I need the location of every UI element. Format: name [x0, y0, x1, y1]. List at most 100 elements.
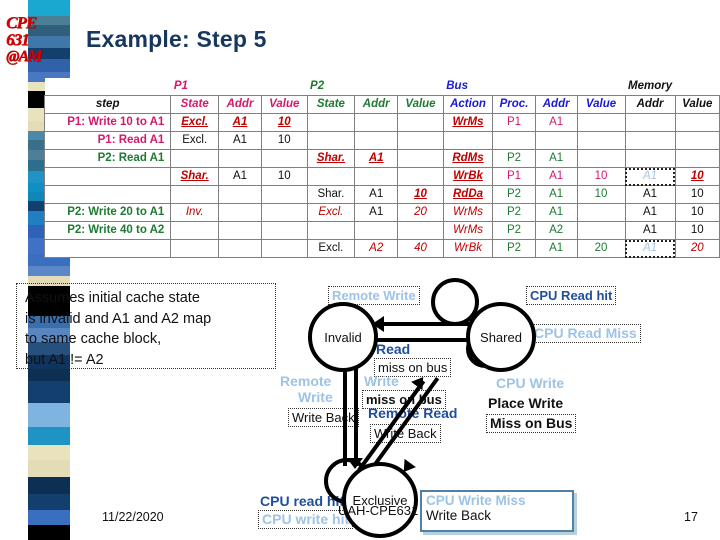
- cell-bus-addr: A1: [534, 203, 578, 222]
- cell-bus-addr: A1: [534, 167, 578, 186]
- group-header-memory: Memory: [625, 78, 676, 96]
- col-p2-value: Value: [397, 95, 444, 114]
- table-row: P1: Write 10 to A1 Excl. A1 10 WrMs P1 A…: [43, 113, 720, 132]
- cell-bus-action: WrMs: [442, 113, 494, 132]
- callout-cpu-write-miss: CPU Write Miss Write Back: [420, 490, 574, 532]
- logo-line-1: CPE: [6, 13, 37, 32]
- band-cell-3: [354, 78, 398, 96]
- logo-line-3: @AM: [6, 48, 42, 65]
- cell-step: P2: Write 40 to A2: [43, 221, 172, 240]
- label-cpu-read-miss: CPU Read Miss: [530, 324, 641, 343]
- cell-p1-addr: [218, 149, 262, 168]
- cell-mem-value: [674, 149, 720, 168]
- cell-bus-action: [442, 131, 494, 150]
- cell-bus-value: 20: [576, 239, 626, 258]
- state-node-shared[interactable]: Shared: [466, 302, 536, 372]
- cell-p1-state: Excl.: [170, 131, 220, 150]
- cell-step: P1: Read A1: [43, 131, 172, 150]
- col-bus-proc: Proc.: [492, 95, 536, 114]
- cell-p1-state: [170, 239, 220, 258]
- cell-bus-action: WrMs: [442, 203, 494, 222]
- cell-mem-addr: [624, 149, 676, 168]
- label-write-line1: Write: [364, 373, 399, 389]
- cell-step: [43, 167, 172, 186]
- col-mem-value: Value: [674, 95, 720, 114]
- band-cell-2: [261, 78, 308, 96]
- state-node-invalid[interactable]: Invalid: [308, 302, 378, 372]
- col-p2-addr: Addr: [354, 95, 399, 114]
- cell-step: [43, 239, 172, 258]
- cell-p1-addr: [218, 239, 262, 258]
- cell-bus-addr: [534, 131, 578, 150]
- cell-bus-addr: A1: [534, 239, 578, 258]
- table-row: Shar. A1 10 WrBk P1 A1 10 A1 10: [43, 167, 720, 186]
- cell-p2-value: [397, 149, 444, 168]
- cell-p2-addr: A1: [354, 203, 399, 222]
- cell-bus-proc: P2: [492, 185, 536, 204]
- col-step: step: [43, 95, 172, 114]
- cell-p2-state: [306, 167, 356, 186]
- cell-bus-action: WrBk: [442, 239, 494, 258]
- col-bus-addr: Addr: [534, 95, 578, 114]
- page-title: Example: Step 5: [86, 26, 267, 52]
- cell-p2-value: [397, 221, 444, 240]
- group-header-p2: P2: [307, 78, 355, 96]
- cell-p1-value: [261, 239, 308, 258]
- cell-p1-value: [261, 221, 308, 240]
- cell-p2-state: [306, 131, 356, 150]
- cell-p1-state: [170, 221, 220, 240]
- cell-bus-proc: P2: [492, 239, 536, 258]
- cell-p2-addr: A1: [354, 185, 399, 204]
- band-cell-4: [397, 78, 444, 96]
- cell-p1-addr: [218, 221, 262, 240]
- group-header-bus: Bus: [443, 78, 493, 96]
- cell-mem-addr: [624, 113, 676, 132]
- cell-bus-addr: A1: [534, 185, 578, 204]
- cell-mem-addr: A1: [624, 167, 676, 186]
- band-cell-6: [535, 78, 578, 96]
- strip-segment: [28, 427, 70, 445]
- cell-p2-value: 20: [397, 203, 444, 222]
- callout-line-1: CPU Write Miss: [426, 493, 526, 508]
- table-group-header-row: P1 P2 Bus Memory: [44, 78, 720, 96]
- cell-bus-action: RdMs: [442, 149, 494, 168]
- state-node-exclusive[interactable]: Exclusive: [342, 462, 418, 538]
- cell-p2-addr: A1: [354, 149, 399, 168]
- slide-page-number: 17: [684, 510, 698, 524]
- strip-segment: [28, 494, 70, 510]
- arrow-exclusive-invalid-left: [343, 358, 347, 466]
- cell-p1-value: [261, 203, 308, 222]
- col-p1-addr: Addr: [218, 95, 262, 114]
- table-row: Shar. A1 10 RdDa P2 A1 10 A1 10: [43, 185, 720, 204]
- cell-mem-addr: [624, 131, 676, 150]
- cell-bus-value: [576, 203, 626, 222]
- col-p1-state: State: [170, 95, 220, 114]
- cell-p1-state: Inv.: [170, 203, 220, 222]
- cell-p2-state: [306, 113, 356, 132]
- col-mem-addr: Addr: [624, 95, 676, 114]
- cell-p1-addr: A1: [218, 167, 262, 186]
- cell-p2-addr: A2: [354, 239, 399, 258]
- strip-segment: [28, 510, 70, 525]
- cell-step: P2: Read A1: [43, 149, 172, 168]
- label-read-line1: Read: [376, 341, 411, 357]
- cell-p1-value: 10: [261, 113, 308, 132]
- cell-p1-state: Shar.: [170, 167, 220, 186]
- cell-bus-value: [576, 113, 626, 132]
- cell-bus-action: WrMs: [442, 221, 494, 240]
- cell-step: P1: Write 10 to A1: [43, 113, 172, 132]
- group-header-p1: P1: [170, 78, 219, 96]
- cell-mem-value: 10: [674, 185, 720, 204]
- cell-bus-addr: A1: [534, 149, 578, 168]
- cell-p1-addr: [218, 203, 262, 222]
- table-row: P2: Read A1 Shar. A1 RdMs P2 A1: [43, 149, 720, 168]
- cache-state-diagram: Invalid Shared Exclusive Remote Write CP…: [258, 272, 720, 540]
- cell-p1-value: 10: [261, 131, 308, 150]
- cell-bus-proc: P2: [492, 221, 536, 240]
- label-cpu-write-line2: Place Write: [488, 395, 564, 411]
- unit-footer: UAH-CPE631: [338, 503, 419, 518]
- cell-bus-proc: P2: [492, 203, 536, 222]
- cell-bus-proc: [492, 131, 536, 150]
- cell-p1-value: 10: [261, 167, 308, 186]
- cache-coherence-table: P1 P2 Bus Memory step State Addr Value S…: [43, 78, 720, 258]
